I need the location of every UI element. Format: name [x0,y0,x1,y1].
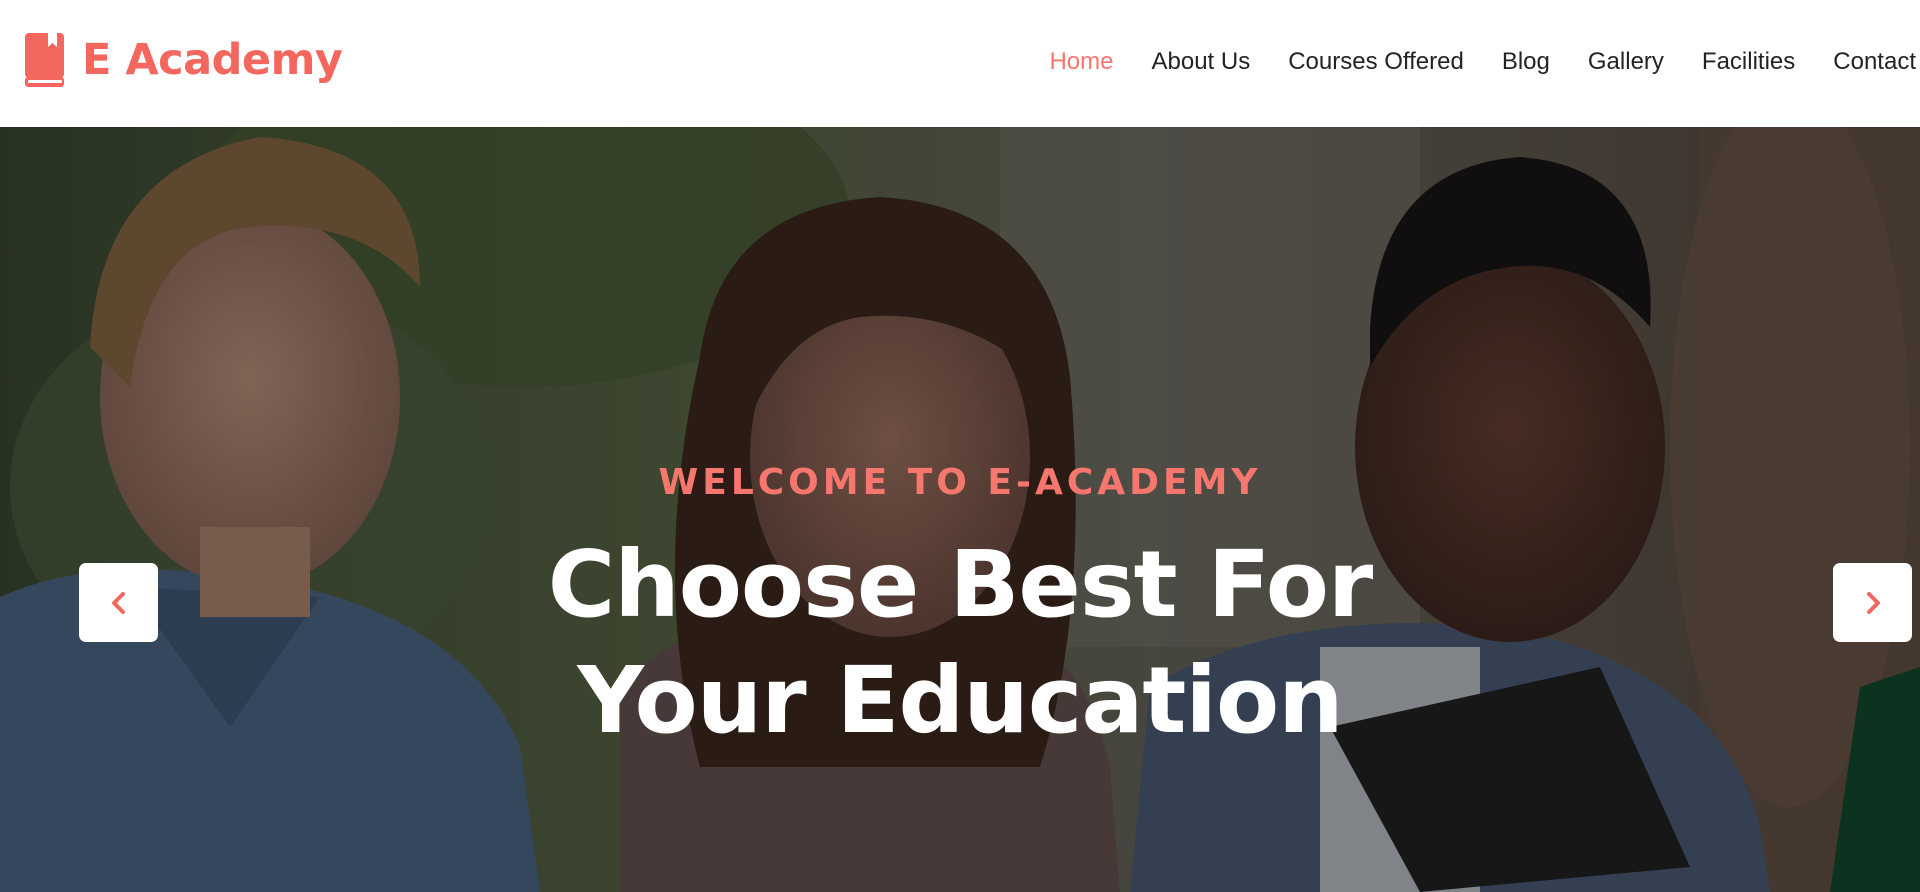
hero-carousel: WELCOME TO E-ACADEMY Choose Best For You… [0,127,1920,892]
nav-item-blog[interactable]: Blog [1483,48,1569,76]
nav-item-contact[interactable]: Contact [1814,48,1920,76]
nav-item-home[interactable]: Home [1030,48,1132,76]
book-icon [25,33,64,87]
hero-headline-line-1: Choose Best For [547,531,1374,638]
brand-logo-link[interactable]: E Academy [23,30,343,90]
nav-item-gallery[interactable]: Gallery [1569,48,1683,76]
main-nav: Home About Us Courses Offered Blog Galle… [1030,0,1920,124]
hero-eyebrow: WELCOME TO E-ACADEMY [658,462,1262,503]
carousel-next-button[interactable] [1833,563,1912,642]
chevron-left-icon [111,591,125,614]
hero-dark-overlay [0,127,1920,892]
hero-headline: Choose Best For Your Education [0,527,1920,759]
hero-headline-line-2: Your Education [577,647,1343,754]
nav-item-facilities[interactable]: Facilities [1683,48,1814,76]
nav-item-courses-offered[interactable]: Courses Offered [1269,48,1483,76]
nav-item-about-us[interactable]: About Us [1132,48,1269,76]
brand-name: E Academy [82,34,343,85]
carousel-prev-button[interactable] [79,563,158,642]
chevron-right-icon [1866,591,1880,614]
site-header: E Academy Home About Us Courses Offered … [0,0,1920,127]
